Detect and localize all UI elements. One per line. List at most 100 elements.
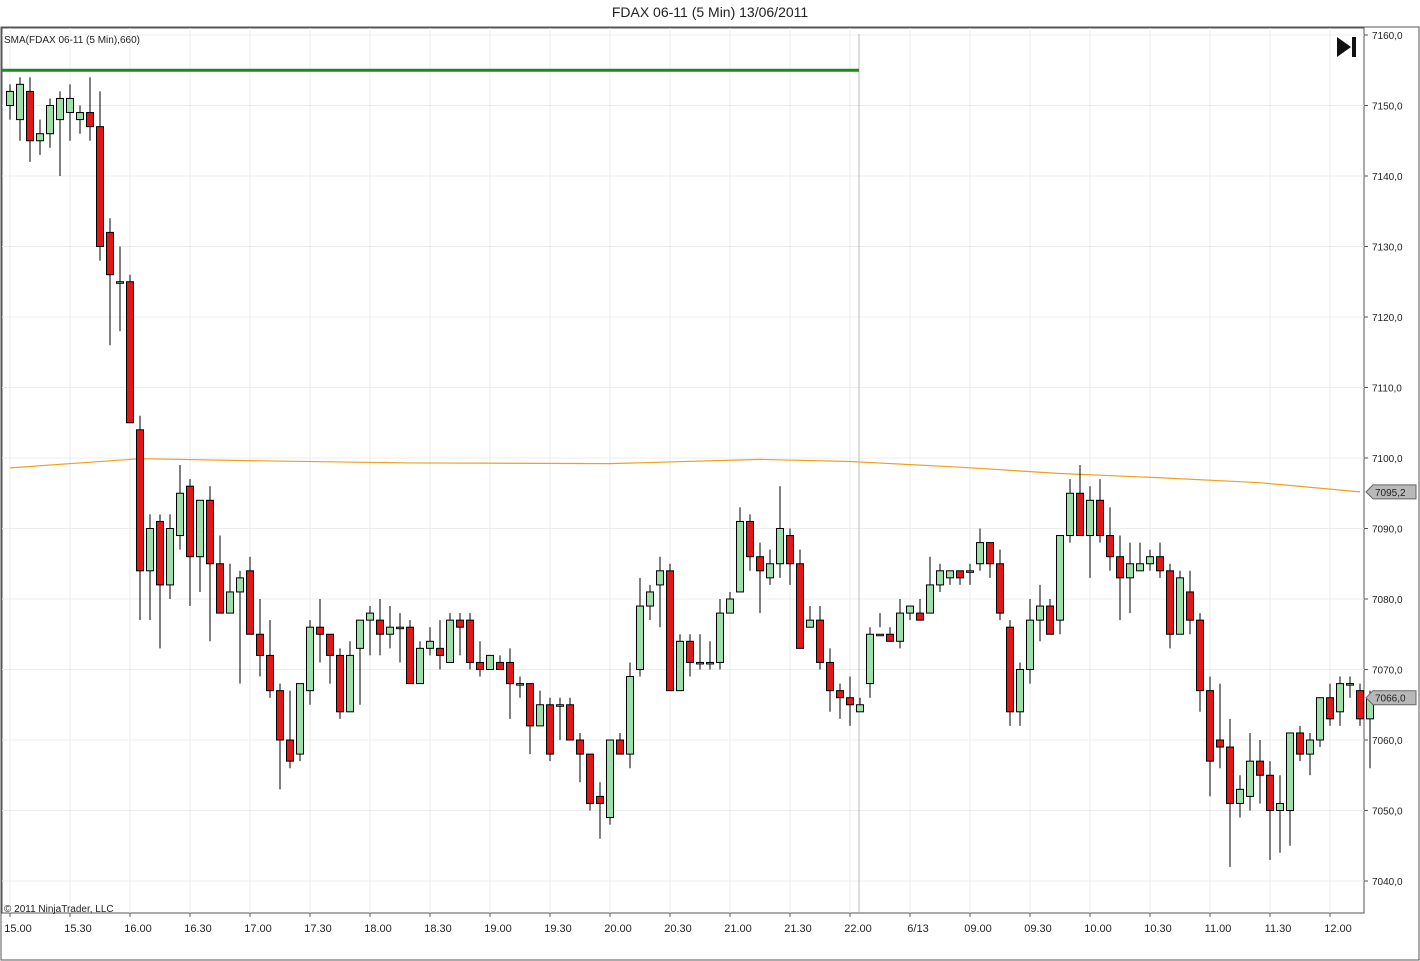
- copyright-label: © 2011 NinjaTrader, LLC: [4, 904, 114, 915]
- candle: [186, 485, 194, 558]
- candle: [1056, 535, 1064, 621]
- y-tick-label: 7110,0: [1372, 384, 1402, 395]
- candle: [126, 281, 134, 424]
- candle: [216, 563, 224, 614]
- candle: [966, 570, 974, 573]
- candle: [1306, 739, 1314, 755]
- candle: [1206, 690, 1214, 762]
- candle: [1246, 760, 1254, 797]
- candle: [716, 612, 724, 663]
- x-tick-label: 19.00: [484, 923, 512, 935]
- y-tick-label: 7160,0: [1372, 31, 1403, 42]
- candle: [446, 619, 454, 663]
- candle: [906, 605, 914, 614]
- x-tick-label: 19.30: [544, 923, 572, 935]
- candle: [456, 619, 464, 628]
- candle: [876, 633, 884, 637]
- x-tick-label: 15.00: [4, 923, 32, 935]
- candle: [846, 697, 854, 706]
- candle: [436, 647, 444, 656]
- candle: [1316, 697, 1324, 741]
- candle: [1096, 499, 1104, 537]
- candle: [56, 97, 64, 121]
- y-tick-label: 7130,0: [1372, 243, 1403, 254]
- candle: [336, 654, 344, 713]
- candle: [666, 570, 674, 692]
- candle: [536, 704, 544, 727]
- candle: [566, 704, 574, 741]
- candle: [1086, 499, 1094, 537]
- x-tick-label: 21.00: [724, 923, 752, 935]
- candle: [1016, 669, 1024, 713]
- candle: [1036, 605, 1044, 621]
- candle: [796, 563, 804, 649]
- candle: [576, 739, 584, 755]
- candle: [936, 570, 944, 586]
- candle: [866, 633, 874, 685]
- candle: [1326, 697, 1334, 720]
- candle: [696, 661, 704, 665]
- candle: [706, 661, 714, 665]
- candle: [1216, 739, 1224, 748]
- candle: [1126, 563, 1134, 579]
- candle: [766, 563, 774, 579]
- candle: [616, 739, 624, 755]
- candle: [626, 676, 634, 755]
- candle: [1276, 802, 1284, 812]
- candle: [956, 570, 964, 579]
- candle: [1046, 605, 1054, 635]
- candle: [256, 633, 264, 656]
- candle: [316, 626, 324, 635]
- x-tick-label: 20.00: [604, 923, 632, 935]
- x-tick-label: 20.30: [664, 923, 692, 935]
- candle: [926, 584, 934, 614]
- x-tick-label: 6/13: [907, 923, 928, 935]
- candle: [296, 683, 304, 755]
- candle: [756, 556, 764, 572]
- candle: [246, 570, 254, 635]
- candle: [396, 626, 404, 630]
- candle: [426, 640, 434, 649]
- candle: [6, 90, 14, 107]
- candle: [896, 612, 904, 642]
- candle: [96, 126, 104, 247]
- candle: [326, 633, 334, 656]
- candle: [836, 690, 844, 699]
- candle: [306, 626, 314, 692]
- candle: [1346, 683, 1354, 686]
- x-tick-label: 16.00: [124, 923, 152, 935]
- candle: [156, 520, 164, 586]
- candle: [726, 598, 734, 614]
- candle: [636, 605, 644, 670]
- candle: [106, 231, 114, 276]
- candle: [466, 619, 474, 663]
- candle: [1116, 556, 1124, 579]
- candle: [146, 528, 154, 572]
- candle: [286, 739, 294, 762]
- x-tick-label: 11.00: [1205, 923, 1232, 935]
- candle: [816, 619, 824, 663]
- candle: [376, 619, 384, 635]
- x-tick-label: 18.30: [424, 923, 452, 935]
- candle: [786, 535, 794, 565]
- x-tick-label: 09.30: [1024, 923, 1052, 935]
- x-tick-label: 12.00: [1324, 923, 1352, 935]
- candle: [856, 704, 864, 713]
- x-tick-label: 21.30: [784, 923, 812, 935]
- candle: [1226, 746, 1234, 804]
- candle: [1156, 556, 1164, 572]
- candle: [806, 619, 814, 628]
- chart-canvas[interactable]: 7040,0 7050,0 7060,0 7070,0 7080,0 7090,0 7100…: [0, 0, 1420, 961]
- candle: [556, 704, 564, 707]
- candle: [36, 133, 44, 142]
- candle: [986, 542, 994, 565]
- x-tick-label: 15.30: [64, 923, 92, 935]
- candle: [1236, 788, 1244, 804]
- x-tick-label: 17.30: [304, 923, 332, 935]
- y-tick-label: 7100,0: [1372, 454, 1403, 465]
- candle: [66, 97, 74, 114]
- candle: [276, 690, 284, 741]
- candle: [116, 281, 124, 284]
- candle: [946, 570, 954, 579]
- candle: [546, 704, 554, 755]
